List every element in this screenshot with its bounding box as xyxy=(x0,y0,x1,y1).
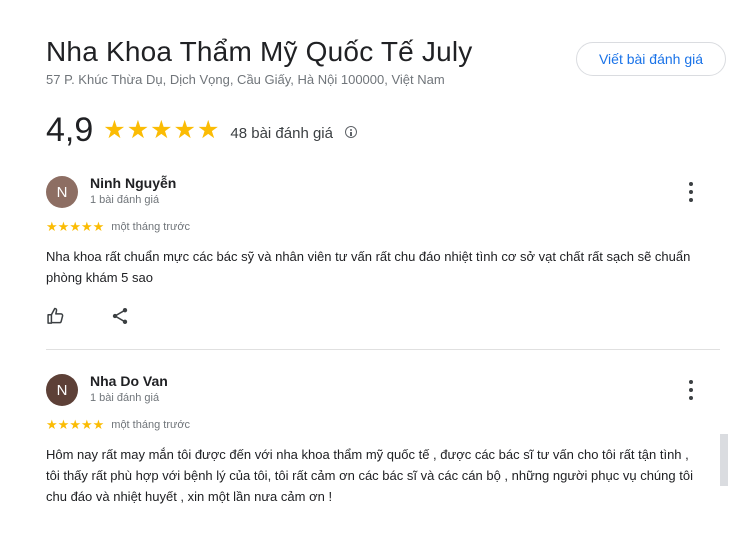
reviewer-name[interactable]: Ninh Nguyễn xyxy=(90,175,176,191)
write-review-button[interactable]: Viết bài đánh giá xyxy=(576,42,726,76)
star-icon: ★ xyxy=(103,116,126,144)
reviewer-review-count: 1 bài đánh giá xyxy=(90,392,160,404)
rating-summary: 4,9 ★ ★ ★ ★ ★ 48 bài đánh giá xyxy=(46,110,357,150)
reviewer-name[interactable]: Nha Do Van xyxy=(90,373,168,389)
star-icon: ★ xyxy=(150,116,173,144)
star-icon: ★ xyxy=(196,116,220,144)
review-actions xyxy=(46,306,130,326)
reviewer-review-count: 1 bài đánh giá xyxy=(90,194,160,206)
star-icon: ★ xyxy=(69,219,81,234)
more-vert-icon[interactable] xyxy=(682,380,700,400)
avatar[interactable]: N xyxy=(46,176,78,208)
rating-stars: ★ ★ ★ ★ ★ xyxy=(103,115,220,145)
review-stars: ★★★★★ xyxy=(46,416,104,434)
info-icon[interactable] xyxy=(344,126,357,138)
place-address: 57 P. Khúc Thừa Dụ, Dịch Vọng, Cầu Giấy,… xyxy=(46,72,445,87)
more-vert-icon[interactable] xyxy=(682,182,700,202)
review-text: Nha khoa rất chuẩn mực các bác sỹ và nhâ… xyxy=(46,249,691,285)
review-stars: ★★★★★ xyxy=(46,218,104,236)
rating-value: 4,9 xyxy=(46,111,94,149)
place-title: Nha Khoa Thẩm Mỹ Quốc Tế July xyxy=(46,36,473,67)
review-divider xyxy=(46,349,720,350)
share-icon[interactable] xyxy=(110,306,130,326)
review-count: 48 bài đánh giá xyxy=(230,124,333,142)
avatar[interactable]: N xyxy=(46,374,78,406)
star-icon: ★ xyxy=(80,417,93,432)
scrollbar-thumb[interactable] xyxy=(720,434,728,486)
star-icon: ★ xyxy=(46,417,58,432)
star-icon: ★ xyxy=(92,417,105,432)
star-icon: ★ xyxy=(173,116,196,144)
review-rating: ★★★★★ một tháng trước xyxy=(46,416,190,434)
review-text: Hôm nay rất may mắn tôi được đến với nha… xyxy=(46,447,693,504)
star-icon: ★ xyxy=(57,219,70,234)
star-icon: ★ xyxy=(69,417,81,432)
review-time: một tháng trước xyxy=(111,419,191,431)
review-time: một tháng trước xyxy=(111,221,191,233)
star-icon: ★ xyxy=(92,219,105,234)
place-header: Nha Khoa Thẩm Mỹ Quốc Tế July 57 P. Khúc… xyxy=(46,36,473,87)
star-icon: ★ xyxy=(80,219,93,234)
star-icon: ★ xyxy=(57,417,70,432)
star-icon: ★ xyxy=(46,219,58,234)
review-rating: ★★★★★ một tháng trước xyxy=(46,218,190,236)
thumbs-up-icon[interactable] xyxy=(46,306,66,326)
star-icon: ★ xyxy=(126,116,150,144)
